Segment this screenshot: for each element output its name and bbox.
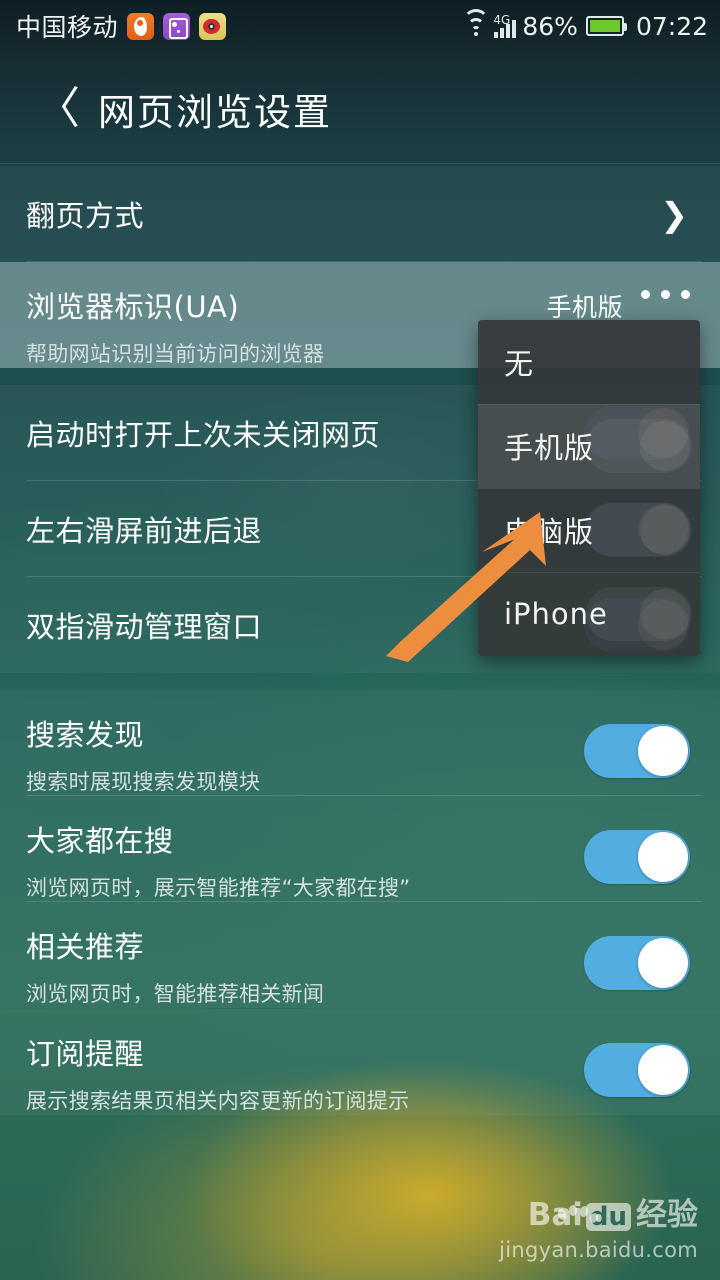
row-related-recommendations[interactable]: 相关推荐 浏览网页时，智能推荐相关新闻 bbox=[0, 902, 720, 1008]
background-toggle-ghost bbox=[586, 503, 692, 557]
paw-icon bbox=[556, 1204, 602, 1228]
dropdown-option-label: 电脑版 bbox=[504, 515, 595, 549]
toggle-related-recommendations[interactable] bbox=[584, 936, 690, 990]
dropdown-option-mobile[interactable]: 手机版 bbox=[478, 404, 700, 488]
wifi-icon bbox=[462, 9, 490, 37]
row-title: 大家都在搜 bbox=[26, 824, 174, 858]
row-page-turn-mode[interactable]: 翻页方式 ❯ bbox=[0, 166, 720, 262]
toggle-everyone-searching[interactable] bbox=[584, 830, 690, 884]
title-bar-divider bbox=[0, 163, 720, 164]
dropdown-option-label: 手机版 bbox=[504, 431, 595, 465]
row-subtitle: 帮助网站识别当前访问的浏览器 bbox=[26, 342, 325, 366]
row-title: 相关推荐 bbox=[26, 930, 145, 964]
toggle-search-discovery[interactable] bbox=[584, 724, 690, 778]
user-agent-dropdown[interactable]: 无 手机版 电脑版 iPhone bbox=[478, 320, 700, 656]
dropdown-option-label: iPhone bbox=[504, 597, 608, 631]
user-agent-value: 手机版 bbox=[546, 293, 623, 322]
dropdown-option-none[interactable]: 无 bbox=[478, 320, 700, 404]
page-title: 网页浏览设置 bbox=[98, 91, 332, 134]
more-options-icon[interactable] bbox=[641, 290, 690, 299]
carrier-label: 中国移动 bbox=[16, 13, 119, 42]
dropdown-option-iphone[interactable]: iPhone bbox=[478, 572, 700, 656]
watermark-url: jingyan.baidu.com bbox=[499, 1238, 698, 1262]
row-subtitle: 浏览网页时，智能推荐相关新闻 bbox=[26, 982, 325, 1006]
weibo-icon bbox=[199, 12, 227, 40]
dropdown-option-label: 无 bbox=[504, 347, 535, 381]
row-subtitle: 搜索时展现搜索发现模块 bbox=[26, 770, 261, 794]
title-bar: 〈 网页浏览设置 bbox=[0, 52, 720, 166]
status-bar: 中国移动 4G 86% 07:22 bbox=[0, 0, 720, 52]
section-subscription: 订阅提醒 展示搜索结果页相关内容更新的订阅提示 bbox=[0, 1009, 720, 1115]
battery-charging-icon bbox=[585, 16, 627, 36]
row-subscription-reminder[interactable]: 订阅提醒 展示搜索结果页相关内容更新的订阅提示 bbox=[0, 1009, 720, 1115]
signal-bars-icon: 4G bbox=[493, 13, 517, 38]
baidu-jingyan-logo: Bai du 经验 bbox=[499, 1200, 698, 1231]
watermark: Bai du 经验 jingyan.baidu.com bbox=[499, 1200, 698, 1263]
clock-label: 07:22 bbox=[635, 11, 708, 41]
background-toggle-ghost bbox=[586, 419, 692, 473]
status-bar-right: 4G 86% 07:22 bbox=[462, 9, 708, 41]
row-search-discovery[interactable]: 搜索发现 搜索时展现搜索发现模块 bbox=[0, 690, 720, 796]
gallery-icon bbox=[163, 12, 191, 40]
battery-percent-label: 86% bbox=[522, 11, 578, 41]
row-everyone-searching[interactable]: 大家都在搜 浏览网页时，展示智能推荐“大家都在搜” bbox=[0, 796, 720, 902]
toggle-subscription-reminder[interactable] bbox=[584, 1043, 690, 1097]
dropdown-option-desktop[interactable]: 电脑版 bbox=[478, 488, 700, 572]
network-type-label: 4G bbox=[493, 13, 511, 27]
back-button[interactable]: 〈 bbox=[26, 87, 90, 131]
row-title: 订阅提醒 bbox=[26, 1037, 145, 1071]
row-title: 搜索发现 bbox=[26, 718, 145, 752]
row-title: 翻页方式 bbox=[26, 199, 145, 233]
chevron-right-icon: ❯ bbox=[660, 194, 688, 234]
row-title: 浏览器标识(UA) bbox=[26, 290, 240, 324]
row-subtitle: 展示搜索结果页相关内容更新的订阅提示 bbox=[26, 1089, 410, 1113]
uc-browser-icon bbox=[127, 12, 155, 40]
watermark-jingyan: 经验 bbox=[636, 1197, 698, 1233]
row-subtitle: 浏览网页时，展示智能推荐“大家都在搜” bbox=[26, 876, 411, 900]
section-search: 搜索发现 搜索时展现搜索发现模块 大家都在搜 浏览网页时，展示智能推荐“大家都在… bbox=[0, 690, 720, 1008]
